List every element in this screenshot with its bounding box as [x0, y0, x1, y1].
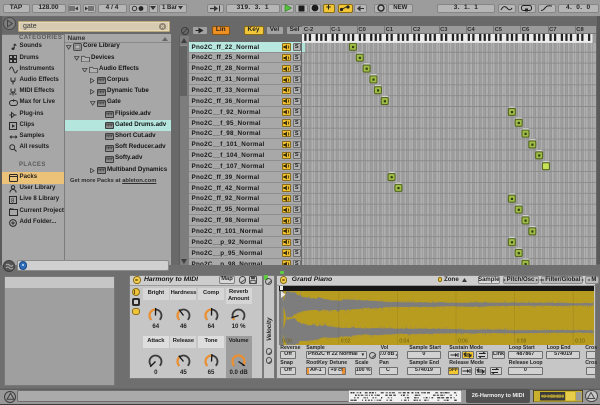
svg-text:0:02: 0:02 — [341, 338, 351, 344]
svg-text:0:08: 0:08 — [516, 338, 526, 344]
svg-text:0:10: 0:10 — [575, 338, 585, 344]
svg-text:0:06: 0:06 — [458, 338, 468, 344]
svg-text:0:00: 0:00 — [282, 338, 292, 344]
svg-text:0:04: 0:04 — [399, 338, 409, 344]
